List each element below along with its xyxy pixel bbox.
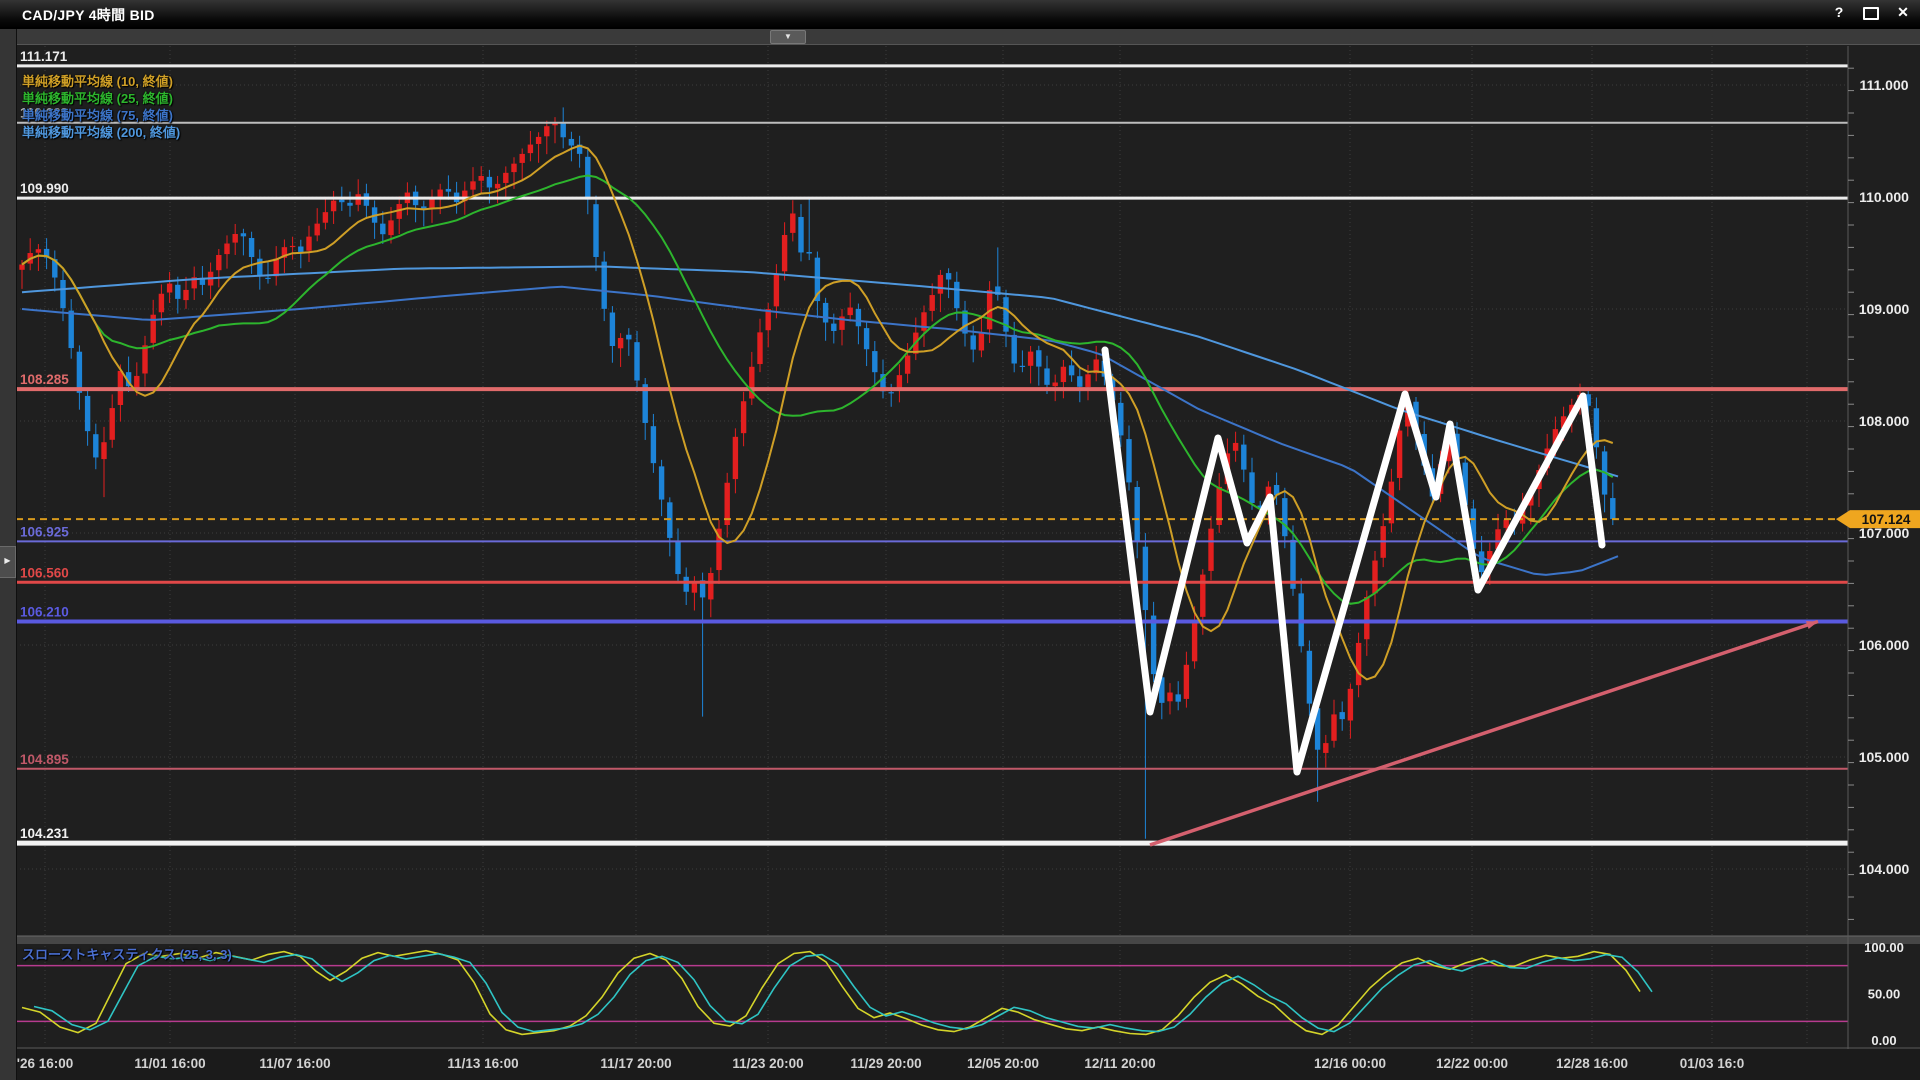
price-line-label: 106.925 xyxy=(20,524,69,539)
help-button[interactable]: ? xyxy=(1830,3,1848,21)
date-axis[interactable]: '26 16:00 11/01 16:00 11/07 16:00 11/13 16:… xyxy=(0,1048,1920,1080)
date-axis-label: 12/11 20:00 xyxy=(1084,1056,1155,1071)
price-line-label: 108.285 xyxy=(20,372,69,387)
price-axis-label: 106.000 xyxy=(1859,637,1910,653)
date-axis-label: 12/22 00:00 xyxy=(1436,1056,1508,1071)
price-line-label: 109.990 xyxy=(20,181,69,196)
current-price-tag: 107.124 xyxy=(1836,510,1920,528)
date-axis-label: 11/13 16:00 xyxy=(447,1056,518,1071)
stoch-axis-label: 0.00 xyxy=(1871,1033,1896,1048)
sidebar-gutter: ▶ xyxy=(0,28,17,1080)
window-title: CAD/JPY 4時間 BID xyxy=(22,5,155,25)
chevron-down-icon: ▼ xyxy=(771,31,805,42)
legend-sma75: 単純移動平均線 (75, 終値) xyxy=(22,105,180,122)
toolbar-expand-button[interactable]: ▼ xyxy=(770,30,806,44)
date-axis-label: 12/28 16:00 xyxy=(1556,1056,1628,1071)
maximize-icon xyxy=(1863,7,1879,20)
date-axis-label: 12/16 00:00 xyxy=(1314,1056,1386,1071)
date-axis-label: 11/17 20:00 xyxy=(600,1056,671,1071)
price-axis-label: 110.000 xyxy=(1859,189,1909,205)
price-axis-label: 109.000 xyxy=(1859,301,1910,317)
chevron-right-icon: ▶ xyxy=(4,556,10,565)
title-bar[interactable]: CAD/JPY 4時間 BID ? ✕ xyxy=(0,0,1920,29)
legend-sma25: 単純移動平均線 (25, 終値) xyxy=(22,88,180,105)
legend-sma200: 単純移動平均線 (200, 終値) xyxy=(22,122,180,139)
price-line-label: 106.560 xyxy=(20,565,69,580)
date-axis-label: 01/03 16:0 xyxy=(1680,1056,1745,1071)
date-axis-label: 11/29 20:00 xyxy=(850,1056,921,1071)
price-line-label: 106.210 xyxy=(20,604,69,619)
date-axis-label: 11/07 16:00 xyxy=(259,1056,330,1071)
price-line-label: 111.171 xyxy=(20,49,68,64)
indicator-legend: 単純移動平均線 (10, 終値) 単純移動平均線 (25, 終値) 単純移動平均… xyxy=(22,71,180,139)
stoch-axis-label: 100.00 xyxy=(1864,940,1904,955)
chart-background xyxy=(0,28,1920,1080)
date-axis-label: 11/01 16:00 xyxy=(134,1056,205,1071)
maximize-button[interactable] xyxy=(1862,3,1880,21)
close-button[interactable]: ✕ xyxy=(1894,3,1912,21)
price-axis-label: 108.000 xyxy=(1859,413,1910,429)
price-line-label: 104.895 xyxy=(20,752,69,767)
chart-canvas[interactable]: 111.171110.663109.990108.285106.925106.5… xyxy=(0,0,1920,1080)
panel-splitter[interactable] xyxy=(0,936,1920,944)
price-axis-label: 104.000 xyxy=(1859,861,1910,877)
date-axis-label: '26 16:00 xyxy=(17,1056,74,1071)
toolbar-strip: ▼ xyxy=(16,28,1920,45)
stochastics-legend: スローストキャスティクス (25, 3, 3) xyxy=(22,944,232,963)
stoch-axis-label: 50.00 xyxy=(1868,987,1901,1002)
date-axis-label: 11/23 20:00 xyxy=(732,1056,803,1071)
legend-sma10: 単純移動平均線 (10, 終値) xyxy=(22,71,180,88)
chart-window: 111.171110.663109.990108.285106.925106.5… xyxy=(0,0,1920,1080)
sidebar-expand-button[interactable]: ▶ xyxy=(0,546,16,578)
price-axis-label: 111.000 xyxy=(1859,77,1908,93)
price-line-label: 104.231 xyxy=(20,826,69,841)
svg-text:107.124: 107.124 xyxy=(1862,512,1911,527)
date-axis-label: 12/05 20:00 xyxy=(967,1056,1039,1071)
price-axis-label: 105.000 xyxy=(1859,749,1910,765)
